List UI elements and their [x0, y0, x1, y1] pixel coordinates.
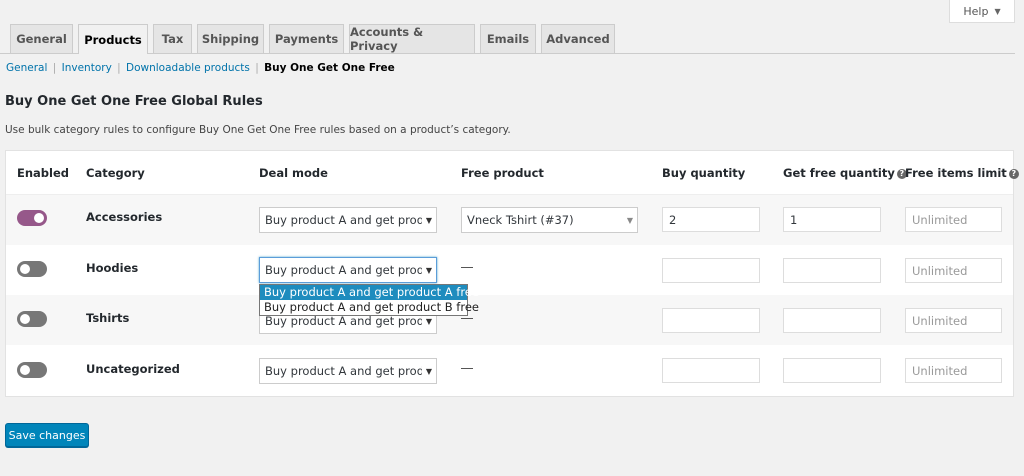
no-free-product-dash [461, 318, 473, 319]
header-free-items-limit: Free items limit? [905, 166, 1019, 180]
category-label: Hoodies [86, 261, 139, 275]
header-free-items-limit-label: Free items limit [905, 166, 1007, 180]
header-get-free-quantity: Get free quantity? [783, 166, 907, 180]
tab-general[interactable]: General [10, 24, 73, 53]
buy-quantity-input[interactable]: 2 [662, 207, 760, 232]
buy-quantity-input[interactable] [662, 258, 760, 283]
header-divider [6, 194, 1013, 195]
subnav-inventory-link[interactable]: Inventory [62, 62, 112, 74]
deal-mode-select[interactable]: Buy product A and get product A free ▼ [259, 358, 437, 384]
caret-down-icon: ▼ [422, 265, 436, 275]
header-buy-quantity: Buy quantity [662, 166, 746, 180]
free-items-limit-input[interactable]: Unlimited [905, 308, 1002, 333]
buy-quantity-input[interactable] [662, 358, 760, 383]
tab-emails[interactable]: Emails [480, 24, 536, 53]
no-free-product-dash [461, 267, 473, 268]
tab-advanced[interactable]: Advanced [541, 24, 615, 53]
settings-tabs: General Products Tax Shipping Payments A… [0, 24, 1015, 54]
enabled-toggle-accessories[interactable] [17, 210, 47, 226]
save-changes-button[interactable]: Save changes [5, 423, 89, 447]
help-label: Help [963, 4, 989, 18]
tab-products[interactable]: Products [78, 24, 148, 54]
category-label: Tshirts [86, 311, 130, 325]
caret-down-icon: ▼ [422, 366, 436, 376]
dropdown-option[interactable]: Buy product A and get product A free [260, 285, 479, 300]
caret-down-icon: ▼ [422, 215, 436, 225]
tab-payments[interactable]: Payments [269, 24, 344, 53]
get-free-quantity-input[interactable] [783, 308, 881, 333]
subnav-current: Buy One Get One Free [264, 62, 395, 74]
caret-down-icon: ▼ [623, 215, 637, 225]
category-label: Accessories [86, 210, 163, 224]
section-subnav: General | Inventory | Downloadable produ… [6, 62, 395, 74]
subnav-downloadable-link[interactable]: Downloadable products [126, 62, 250, 74]
free-items-limit-input[interactable]: Unlimited [905, 358, 1002, 383]
tab-tax[interactable]: Tax [153, 24, 192, 53]
header-deal-mode: Deal mode [259, 166, 328, 180]
get-free-quantity-input[interactable] [783, 358, 881, 383]
free-items-limit-input[interactable]: Unlimited [905, 207, 1002, 232]
caret-down-icon: ▼ [422, 316, 436, 326]
get-free-quantity-input[interactable] [783, 258, 881, 283]
no-free-product-dash [461, 368, 473, 369]
header-get-free-quantity-label: Get free quantity [783, 166, 895, 180]
subnav-separator: | [52, 62, 57, 74]
deal-mode-select[interactable]: Buy product A and get product A free ▼ [259, 257, 437, 283]
deal-mode-dropdown-list: Buy product A and get product A free Buy… [259, 284, 479, 316]
tab-accounts-privacy[interactable]: Accounts & Privacy [349, 24, 475, 53]
enabled-toggle-hoodies[interactable] [17, 261, 47, 277]
header-free-product: Free product [461, 166, 544, 180]
enabled-toggle-tshirts[interactable] [17, 311, 47, 327]
header-category: Category [86, 166, 145, 180]
page-description: Use bulk category rules to configure Buy… [5, 124, 511, 136]
buy-quantity-input[interactable] [662, 308, 760, 333]
get-free-quantity-input[interactable]: 1 [783, 207, 881, 232]
help-button[interactable]: Help ▼ [949, 0, 1015, 23]
category-label: Uncategorized [86, 362, 180, 376]
free-product-select[interactable]: Vneck Tshirt (#37) ▼ [461, 207, 638, 233]
header-enabled: Enabled [17, 166, 70, 180]
help-circle-icon[interactable]: ? [1008, 168, 1019, 179]
subnav-separator: | [255, 62, 259, 74]
caret-down-icon: ▼ [994, 6, 1001, 16]
dropdown-option[interactable]: Buy product A and get product B free [260, 300, 479, 315]
enabled-toggle-uncategorized[interactable] [17, 362, 47, 378]
page-title: Buy One Get One Free Global Rules [5, 94, 263, 109]
tab-shipping[interactable]: Shipping [197, 24, 264, 53]
subnav-separator: | [117, 62, 121, 74]
deal-mode-select[interactable]: Buy product A and get product A free ▼ [259, 207, 437, 233]
free-items-limit-input[interactable]: Unlimited [905, 258, 1002, 283]
subnav-general-link[interactable]: General [6, 62, 47, 74]
